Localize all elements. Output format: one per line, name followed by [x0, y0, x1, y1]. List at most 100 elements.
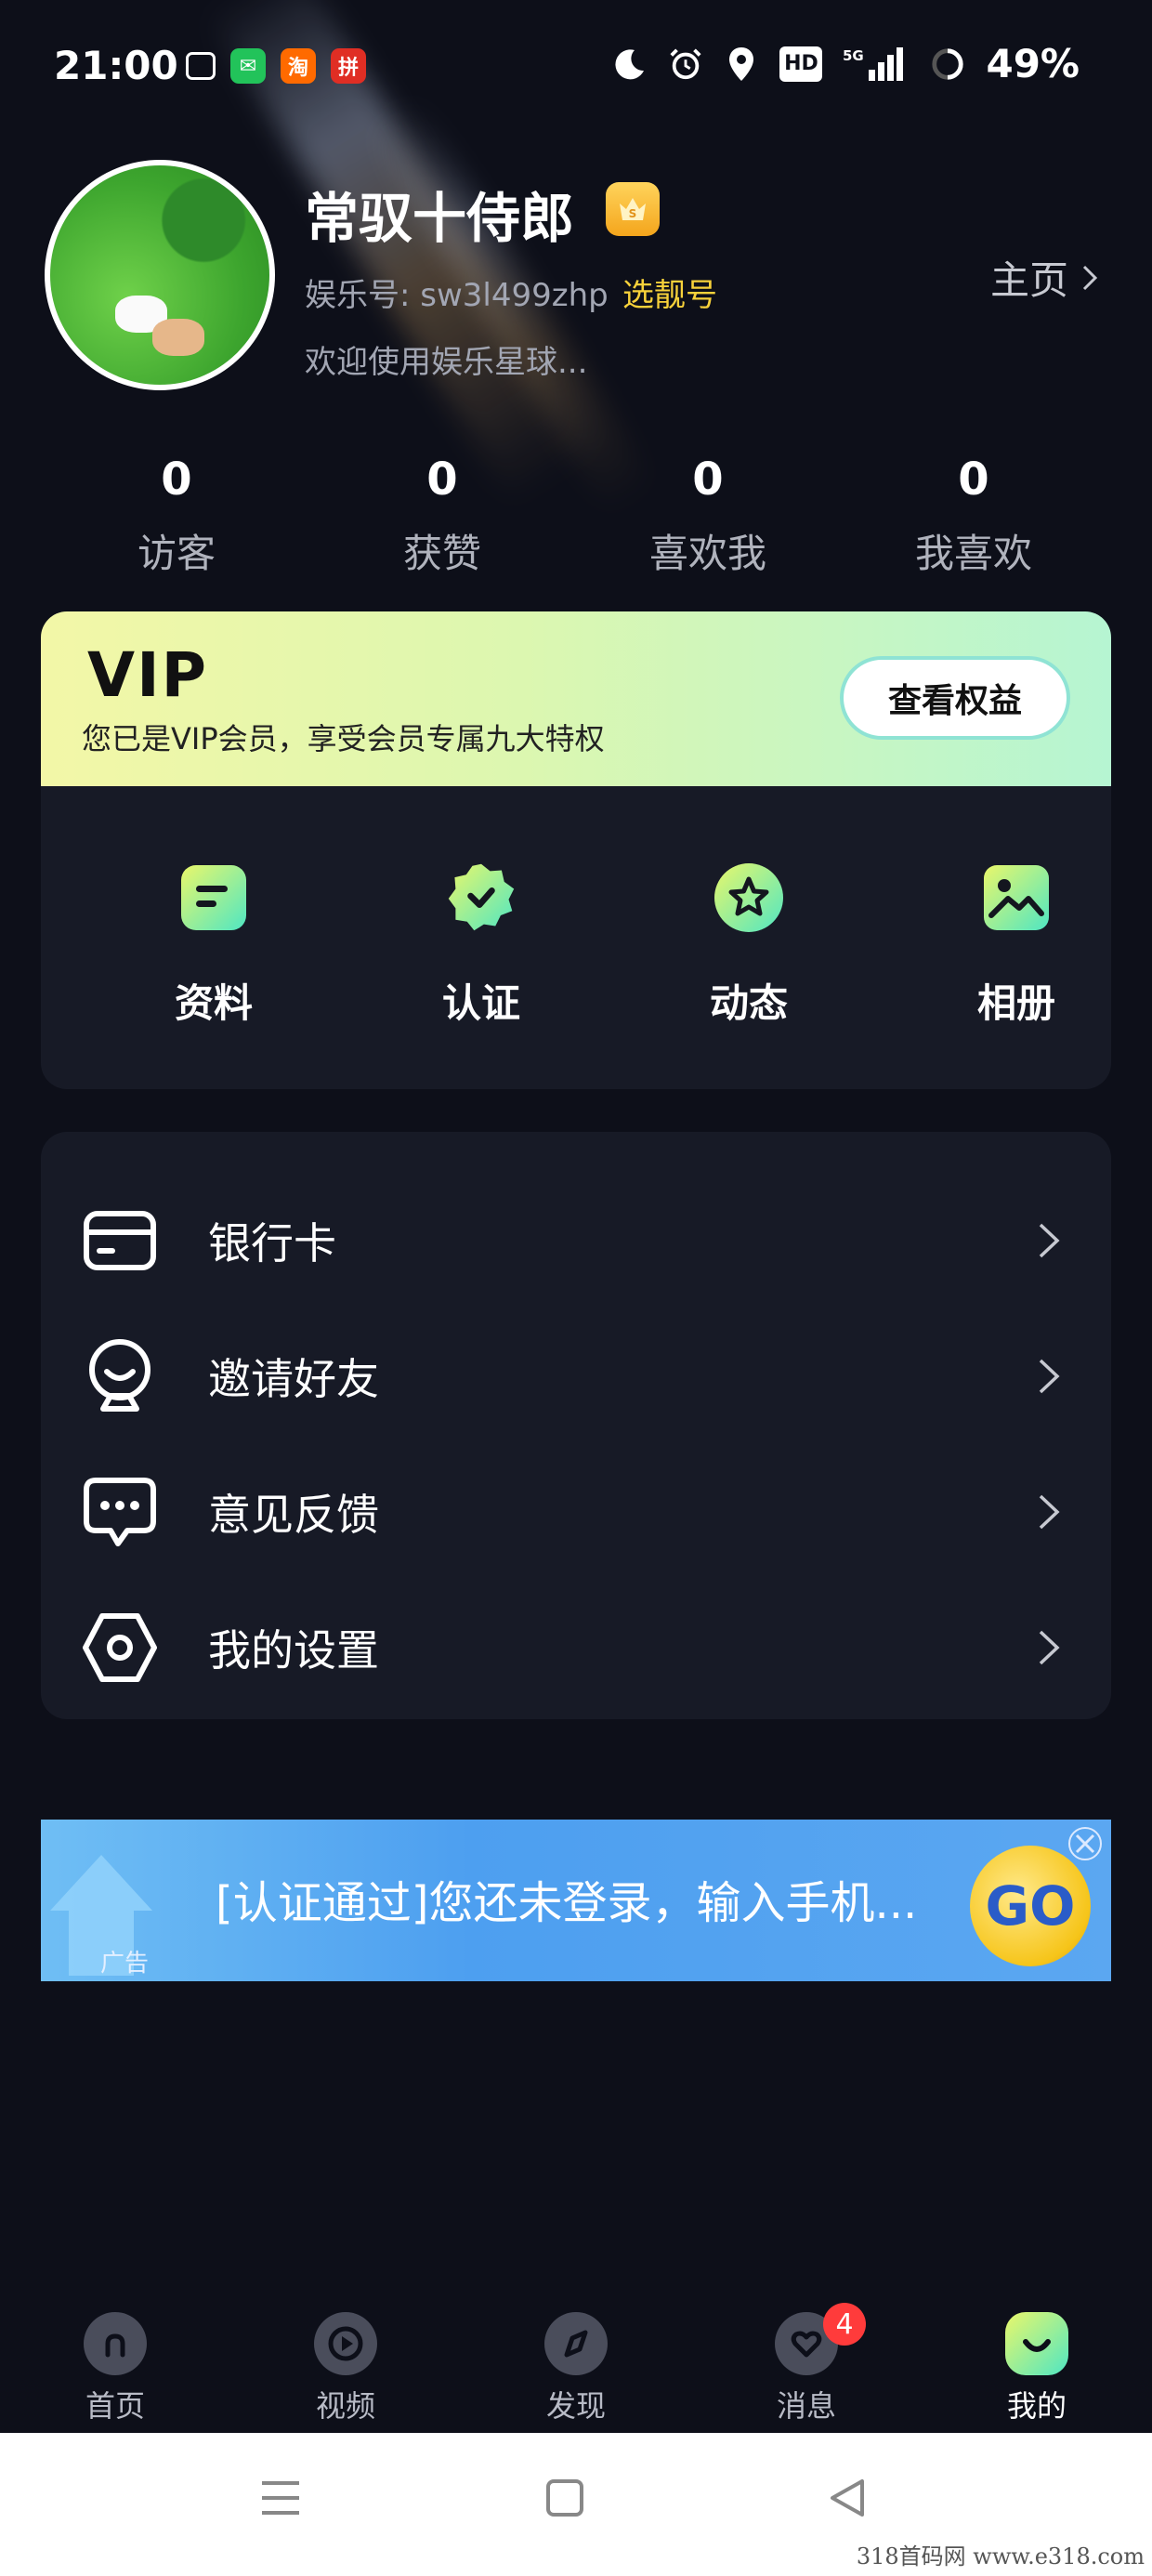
close-icon[interactable] [1067, 1825, 1104, 1862]
tab-video[interactable]: 视频 [281, 2295, 411, 2433]
settings-icon [82, 1610, 158, 1686]
photo-icon [979, 861, 1054, 935]
pick-number-link[interactable]: 选靓号 [622, 269, 717, 315]
battery-icon [930, 46, 965, 82]
profile-doc-icon [177, 861, 251, 935]
ad-banner[interactable]: [认证通过]您还未登录，输入手机... 广告 GO [41, 1820, 1111, 1981]
menu-item-label: 银行卡 [208, 1218, 336, 1268]
tab-home[interactable]: 首页 [50, 2295, 180, 2433]
ad-tag: 广告 [100, 1950, 150, 1978]
vip-card: VIP 您已是VIP会员，享受会员专属九大特权 查看权益 资料 认证 动态 相册 [41, 611, 1111, 1089]
quick-actions: 资料 认证 动态 相册 [41, 786, 1111, 1089]
tab-label: 消息 [776, 2388, 836, 2424]
chevron-right-icon [1039, 1630, 1060, 1665]
system-navigation-bar: 318首码网 www.e318.com [0, 2433, 1152, 2576]
stat-liked-me[interactable]: 0 喜欢我 [615, 453, 801, 579]
feedback-icon [82, 1474, 158, 1550]
quick-action-moments[interactable]: 动态 [656, 786, 842, 1089]
homepage-link[interactable]: 主页 [990, 249, 1098, 306]
vip-banner[interactable]: VIP 您已是VIP会员，享受会员专属九大特权 查看权益 [41, 611, 1111, 786]
status-app-icons: ✉ 淘 拼 [186, 48, 366, 84]
menu-item-label: 我的设置 [208, 1625, 379, 1676]
vip-description: 您已是VIP会员，享受会员专属九大特权 [82, 721, 605, 756]
svg-text:5G: 5G [843, 47, 864, 64]
tab-discover[interactable]: 发现 [511, 2295, 641, 2433]
stat-visitors[interactable]: 0 访客 [84, 453, 269, 579]
chevron-right-icon [1039, 1223, 1060, 1258]
tab-messages[interactable]: 4 消息 [741, 2295, 871, 2433]
chevron-right-icon [1039, 1494, 1060, 1530]
stat-label: 访客 [137, 531, 216, 576]
avatar-bear-brown [152, 319, 204, 356]
bank-card-icon [82, 1203, 158, 1279]
moon-icon [612, 46, 648, 82]
avatar[interactable] [45, 160, 275, 390]
alarm-icon [668, 46, 703, 82]
welcome-text: 欢迎使用娱乐星球... [305, 344, 588, 381]
back-triangle-icon[interactable] [818, 2468, 877, 2528]
ad-text: [认证通过]您还未登录，输入手机... [216, 1877, 918, 1929]
tab-label: 发现 [545, 2388, 606, 2424]
stat-i-liked[interactable]: 0 我喜欢 [881, 453, 1067, 579]
taobao-app-icon: 淘 [281, 48, 316, 84]
quick-action-label: 认证 [441, 980, 520, 1026]
quick-action-verify[interactable]: 认证 [388, 786, 574, 1089]
nickname: 常驭十侍郎 [305, 187, 575, 250]
compass-icon [544, 2312, 608, 2375]
5g-signal-icon: 5G [843, 46, 910, 82]
location-icon [724, 46, 759, 82]
menu-icon[interactable] [251, 2468, 310, 2528]
menu-item-feedback[interactable]: 意见反馈 [41, 1444, 1111, 1580]
menu-item-settings[interactable]: 我的设置 [41, 1580, 1111, 1715]
ad-go-button[interactable]: GO [970, 1846, 1091, 1966]
quick-action-label: 动态 [709, 980, 788, 1026]
invite-friend-icon [82, 1338, 158, 1414]
menu-item-invite-friends[interactable]: 邀请好友 [41, 1308, 1111, 1444]
menu-item-label: 意见反馈 [208, 1490, 379, 1540]
stat-value: 0 [426, 453, 458, 506]
watermark: 318首码网 www.e318.com [856, 2543, 1145, 2569]
message-app-icon: ✉ [230, 48, 266, 84]
hd-icon: HD [779, 46, 823, 82]
user-id: 娱乐号: sw3l499zhp [305, 277, 609, 314]
menu-list: 银行卡 邀请好友 意见反馈 我的设置 [41, 1132, 1111, 1719]
menu-item-label: 邀请好友 [208, 1354, 379, 1404]
vip-crown-icon: S [606, 182, 660, 236]
stat-label: 获赞 [402, 531, 481, 576]
chevron-right-icon [1082, 265, 1098, 290]
stat-value: 0 [692, 453, 724, 506]
stat-label: 我喜欢 [914, 531, 1032, 576]
video-icon [314, 2312, 377, 2375]
status-bar: 21:00 ✉ 淘 拼 HD 5G 49% [0, 0, 1152, 139]
stat-label: 喜欢我 [648, 531, 766, 576]
view-benefits-button[interactable]: 查看权益 [840, 656, 1070, 740]
home-icon [84, 2312, 147, 2375]
svg-text:S: S [629, 207, 637, 220]
homepage-label: 主页 [989, 257, 1068, 303]
me-smile-icon [1005, 2312, 1068, 2375]
stat-value: 0 [958, 453, 989, 506]
tv-app-icon [186, 52, 216, 80]
chevron-right-icon [1039, 1359, 1060, 1394]
battery-percent: 49% [986, 41, 1080, 86]
bottom-tab-bar: 首页 视频 发现 4 消息 我的 [0, 2295, 1152, 2433]
pinduoduo-app-icon: 拼 [331, 48, 366, 84]
home-square-icon[interactable] [535, 2468, 595, 2528]
quick-action-album[interactable]: 相册 [923, 786, 1109, 1089]
tab-label: 我的 [1006, 2388, 1067, 2424]
menu-item-bank-card[interactable]: 银行卡 [41, 1173, 1111, 1308]
status-right: HD 5G 49% [612, 41, 1080, 86]
tab-label: 首页 [85, 2388, 145, 2424]
status-time: 21:00 [54, 43, 178, 88]
quick-action-label: 资料 [174, 980, 253, 1026]
quick-action-label: 相册 [976, 980, 1055, 1026]
verified-badge-icon [444, 861, 518, 935]
vip-title: VIP [87, 639, 209, 711]
stat-likes[interactable]: 0 获赞 [349, 453, 535, 579]
star-icon [712, 861, 786, 935]
stat-value: 0 [161, 453, 192, 506]
quick-action-profile[interactable]: 资料 [121, 786, 307, 1089]
tab-me[interactable]: 我的 [972, 2295, 1102, 2433]
unread-badge: 4 [823, 2303, 866, 2346]
tab-label: 视频 [315, 2388, 375, 2424]
